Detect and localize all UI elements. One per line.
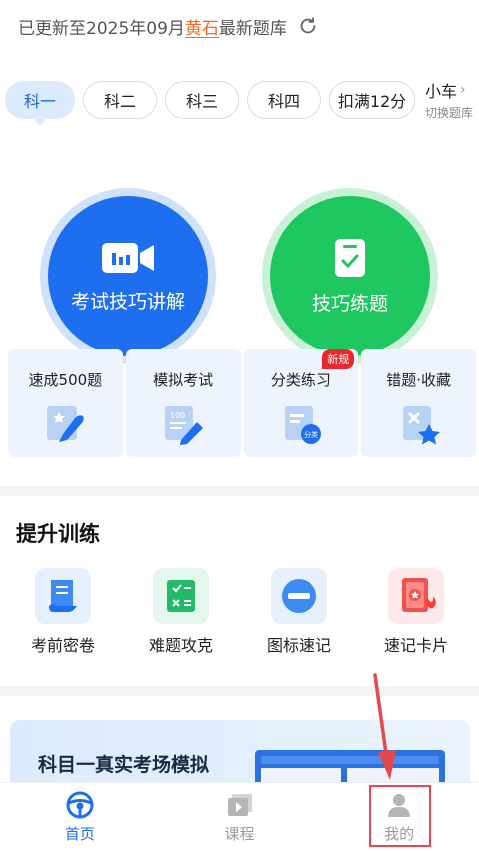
exam-tips-button[interactable]: 考试技巧讲解 [48,196,208,356]
refresh-icon[interactable] [297,15,319,37]
exam-pen-icon: 100 [165,406,204,445]
hard-questions-item[interactable]: 难题攻克 [126,568,236,656]
exam-tips-label: 考试技巧讲解 [70,290,185,313]
checklist-icon [335,238,365,277]
wrong-favorite-card[interactable]: 错题·收藏 [361,349,476,457]
flash-card-icon [388,568,444,624]
scroll-icon [35,568,91,624]
tab-subject-3[interactable]: 科三 [165,80,239,119]
real-exam-banner[interactable]: 科目一真实考场模拟 [10,720,470,790]
mock-exam-label: 模拟考试 [153,371,214,389]
practice-label: 技巧练题 [311,292,388,315]
calculator-icon [153,568,209,624]
flash-cards-item[interactable]: 速记卡片 [361,568,471,656]
update-prefix: 已更新至2025年09月 [18,18,185,39]
no-entry-sign-icon [271,568,327,624]
sign-memo-label: 图标速记 [266,636,331,655]
category-practice-card[interactable]: 新规 分类练习 分类 [243,349,359,457]
tab-subject-1[interactable]: 科一 [5,80,75,126]
nav-home[interactable]: 首页 [0,783,160,851]
switch-bank-label: 切换题库 [425,106,474,120]
section-divider-2 [0,686,479,696]
mock-exam-card[interactable]: 模拟考试 100 [125,349,241,457]
update-suffix: 最新题库 [218,18,287,39]
update-status: 已更新至2025年09月 黄石 最新题库 [18,12,319,40]
flash-cards-label: 速记卡片 [383,636,448,655]
video-play-icon [227,793,252,816]
quick-500-card[interactable]: 速成500题 [8,349,123,457]
nav-courses-label: 课程 [224,824,255,843]
hard-questions-label: 难题攻克 [148,636,213,655]
section-divider [0,486,479,496]
wrong-favorite-label: 错题·收藏 [386,371,452,389]
tab-deduct-12[interactable]: 扣满12分 [329,80,415,119]
vehicle-switch[interactable]: 小车 › 切换题库 [425,78,473,121]
svg-text:分类: 分类 [304,430,318,439]
annotation-highlight-box [369,785,431,847]
tab-subject-4[interactable]: 科四 [247,80,321,119]
rocket-icon [47,406,85,442]
training-title: 提升训练 [16,522,100,546]
subject-tabs: 科一 科二 科三 科四 扣满12分 小车 › 切换题库 [5,78,473,126]
wrong-star-icon [402,406,440,445]
new-rule-badge: 新规 [322,349,355,369]
sign-memo-item[interactable]: 图标速记 [244,568,354,656]
nav-courses[interactable]: 课程 [160,783,320,851]
steering-wheel-icon [66,791,94,818]
svg-text:100: 100 [170,411,185,420]
pre-exam-paper-item[interactable]: 考前密卷 [8,568,118,656]
video-camera-icon [102,242,154,273]
quick-500-label: 速成500题 [28,371,103,389]
tab-subject-2[interactable]: 科二 [83,80,157,119]
chevron-right-icon: › [460,82,466,98]
nav-home-label: 首页 [64,824,95,843]
practice-button[interactable]: 技巧练题 [270,196,430,356]
category-practice-label: 分类练习 [270,371,331,389]
category-icon: 分类 [284,406,321,444]
vehicle-label: 小车 [425,82,458,101]
feature-cards: 速成500题 模拟考试 100 新规 分类练习 分类 错题·收藏 [8,349,479,457]
pre-exam-paper-label: 考前密卷 [30,636,95,655]
banner-title: 科目一真实考场模拟 [38,754,210,776]
city-link[interactable]: 黄石 [185,14,219,39]
